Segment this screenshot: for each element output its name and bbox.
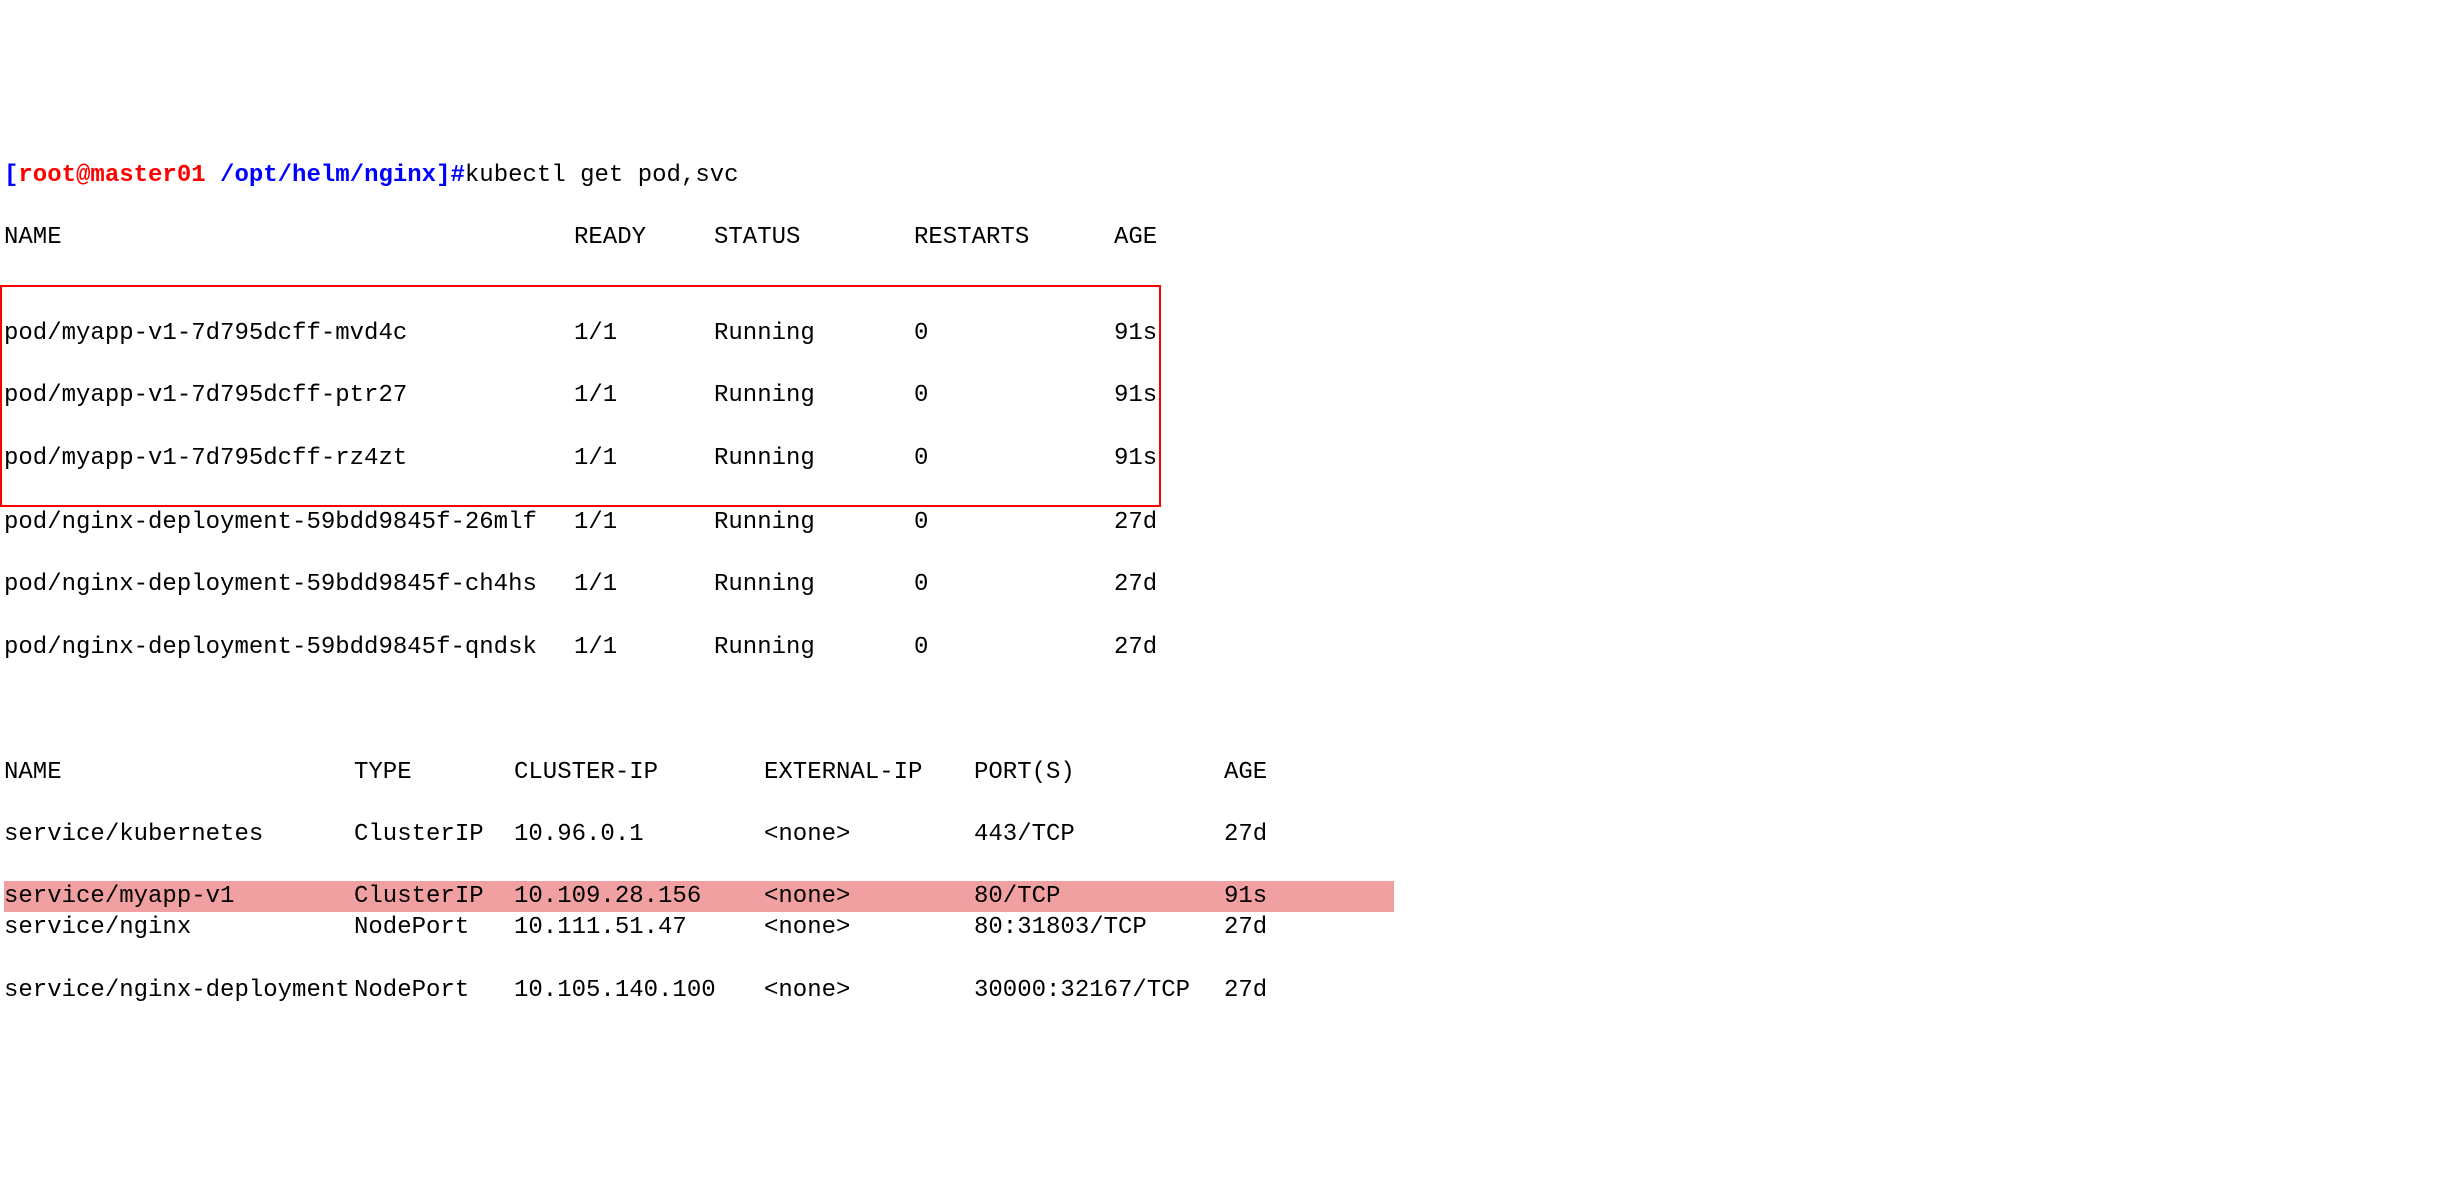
pod-name: pod/myapp-v1-7d795dcff-ptr27 xyxy=(4,380,574,411)
svc-age: 91s xyxy=(1224,881,1267,912)
svc-header-name: NAME xyxy=(4,757,354,788)
pod-row: pod/myapp-v1-7d795dcff-mvd4c1/1Running09… xyxy=(4,318,1157,349)
pod-row: pod/nginx-deployment-59bdd9845f-ch4hs1/1… xyxy=(4,569,2433,600)
svc-header-ports: PORT(S) xyxy=(974,757,1224,788)
svc-age: 27d xyxy=(1224,912,1267,943)
pod-ready: 1/1 xyxy=(574,632,714,663)
pod-name: pod/nginx-deployment-59bdd9845f-qndsk xyxy=(4,632,574,663)
pod-status: Running xyxy=(714,443,914,474)
pod-ready: 1/1 xyxy=(574,569,714,600)
pod-status: Running xyxy=(714,632,914,663)
svc-age: 27d xyxy=(1224,975,1267,1006)
svc-type: ClusterIP xyxy=(354,819,514,850)
svc-row: service/kubernetesClusterIP10.96.0.1<non… xyxy=(4,819,2433,850)
svc-ports: 30000:32167/TCP xyxy=(974,975,1224,1006)
pod-age: 91s xyxy=(1114,443,1157,474)
pod-restarts: 0 xyxy=(914,318,1114,349)
pod-header-age: AGE xyxy=(1114,222,1157,253)
svc-name: service/nginx xyxy=(4,912,354,943)
svc-name: service/nginx-deployment xyxy=(4,975,354,1006)
svc-header-type: TYPE xyxy=(354,757,514,788)
svc-cluster-ip: 10.96.0.1 xyxy=(514,819,764,850)
pod-status: Running xyxy=(714,507,914,538)
pod-header-row: NAMEREADYSTATUSRESTARTSAGE xyxy=(4,222,2433,253)
prompt-path: /opt/helm/nginx xyxy=(220,162,436,189)
svc-ports: 80:31803/TCP xyxy=(974,912,1224,943)
svc-external-ip: <none> xyxy=(764,881,974,912)
pod-restarts: 0 xyxy=(914,507,1114,538)
pod-name: pod/nginx-deployment-59bdd9845f-26mlf xyxy=(4,507,574,538)
svc-header-age: AGE xyxy=(1224,757,1267,788)
svc-cluster-ip: 10.111.51.47 xyxy=(514,912,764,943)
pod-row: pod/nginx-deployment-59bdd9845f-qndsk1/1… xyxy=(4,632,2433,663)
prompt-user-host: root@master01 xyxy=(18,162,220,189)
svc-type: ClusterIP xyxy=(354,881,514,912)
pod-name: pod/nginx-deployment-59bdd9845f-ch4hs xyxy=(4,569,574,600)
terminal-output: [root@master01 /opt/helm/nginx]#kubectl … xyxy=(4,129,2433,1037)
svc-ports: 80/TCP xyxy=(974,881,1224,912)
pod-row: pod/myapp-v1-7d795dcff-rz4zt1/1Running09… xyxy=(4,443,1157,474)
svc-ports: 443/TCP xyxy=(974,819,1224,850)
svc-header-cluster-ip: CLUSTER-IP xyxy=(514,757,764,788)
svc-header-external-ip: EXTERNAL-IP xyxy=(764,757,974,788)
svc-header-row: NAMETYPECLUSTER-IPEXTERNAL-IPPORT(S)AGE xyxy=(4,757,2433,788)
pod-ready: 1/1 xyxy=(574,318,714,349)
svc-type: NodePort xyxy=(354,912,514,943)
svc-external-ip: <none> xyxy=(764,912,974,943)
svc-external-ip: <none> xyxy=(764,819,974,850)
pod-row: pod/myapp-v1-7d795dcff-ptr271/1Running09… xyxy=(4,380,1157,411)
pod-ready: 1/1 xyxy=(574,380,714,411)
blank-line xyxy=(4,694,2433,725)
pod-status: Running xyxy=(714,380,914,411)
pod-restarts: 0 xyxy=(914,443,1114,474)
pod-age: 91s xyxy=(1114,318,1157,349)
svc-row: service/nginx-deploymentNodePort10.105.1… xyxy=(4,975,2433,1006)
pod-name: pod/myapp-v1-7d795dcff-rz4zt xyxy=(4,443,574,474)
svc-name: service/kubernetes xyxy=(4,819,354,850)
pod-restarts: 0 xyxy=(914,632,1114,663)
prompt-line: [root@master01 /opt/helm/nginx]#kubectl … xyxy=(4,160,2433,191)
svc-age: 27d xyxy=(1224,819,1267,850)
svc-external-ip: <none> xyxy=(764,975,974,1006)
pod-age: 27d xyxy=(1114,632,1157,663)
svc-cluster-ip: 10.105.140.100 xyxy=(514,975,764,1006)
pod-header-name: NAME xyxy=(4,222,574,253)
pod-age: 91s xyxy=(1114,380,1157,411)
highlighted-pods-box: pod/myapp-v1-7d795dcff-mvd4c1/1Running09… xyxy=(0,285,1161,507)
pod-age: 27d xyxy=(1114,569,1157,600)
svc-row: service/nginxNodePort10.111.51.47<none>8… xyxy=(4,912,2433,943)
pod-ready: 1/1 xyxy=(574,507,714,538)
svc-row-highlighted: service/myapp-v1ClusterIP10.109.28.156<n… xyxy=(4,881,1394,912)
pod-ready: 1/1 xyxy=(574,443,714,474)
svc-name: service/myapp-v1 xyxy=(4,881,354,912)
pod-age: 27d xyxy=(1114,507,1157,538)
pod-restarts: 0 xyxy=(914,380,1114,411)
svc-type: NodePort xyxy=(354,975,514,1006)
command-text: kubectl get pod,svc xyxy=(465,162,739,189)
pod-status: Running xyxy=(714,569,914,600)
pod-name: pod/myapp-v1-7d795dcff-mvd4c xyxy=(4,318,574,349)
prompt-bracket-close: ]# xyxy=(436,162,465,189)
pod-restarts: 0 xyxy=(914,569,1114,600)
pod-header-ready: READY xyxy=(574,222,714,253)
prompt-bracket-open: [ xyxy=(4,162,18,189)
pod-status: Running xyxy=(714,318,914,349)
svc-cluster-ip: 10.109.28.156 xyxy=(514,881,764,912)
pod-header-status: STATUS xyxy=(714,222,914,253)
pod-header-restarts: RESTARTS xyxy=(914,222,1114,253)
pod-row: pod/nginx-deployment-59bdd9845f-26mlf1/1… xyxy=(4,507,2433,538)
